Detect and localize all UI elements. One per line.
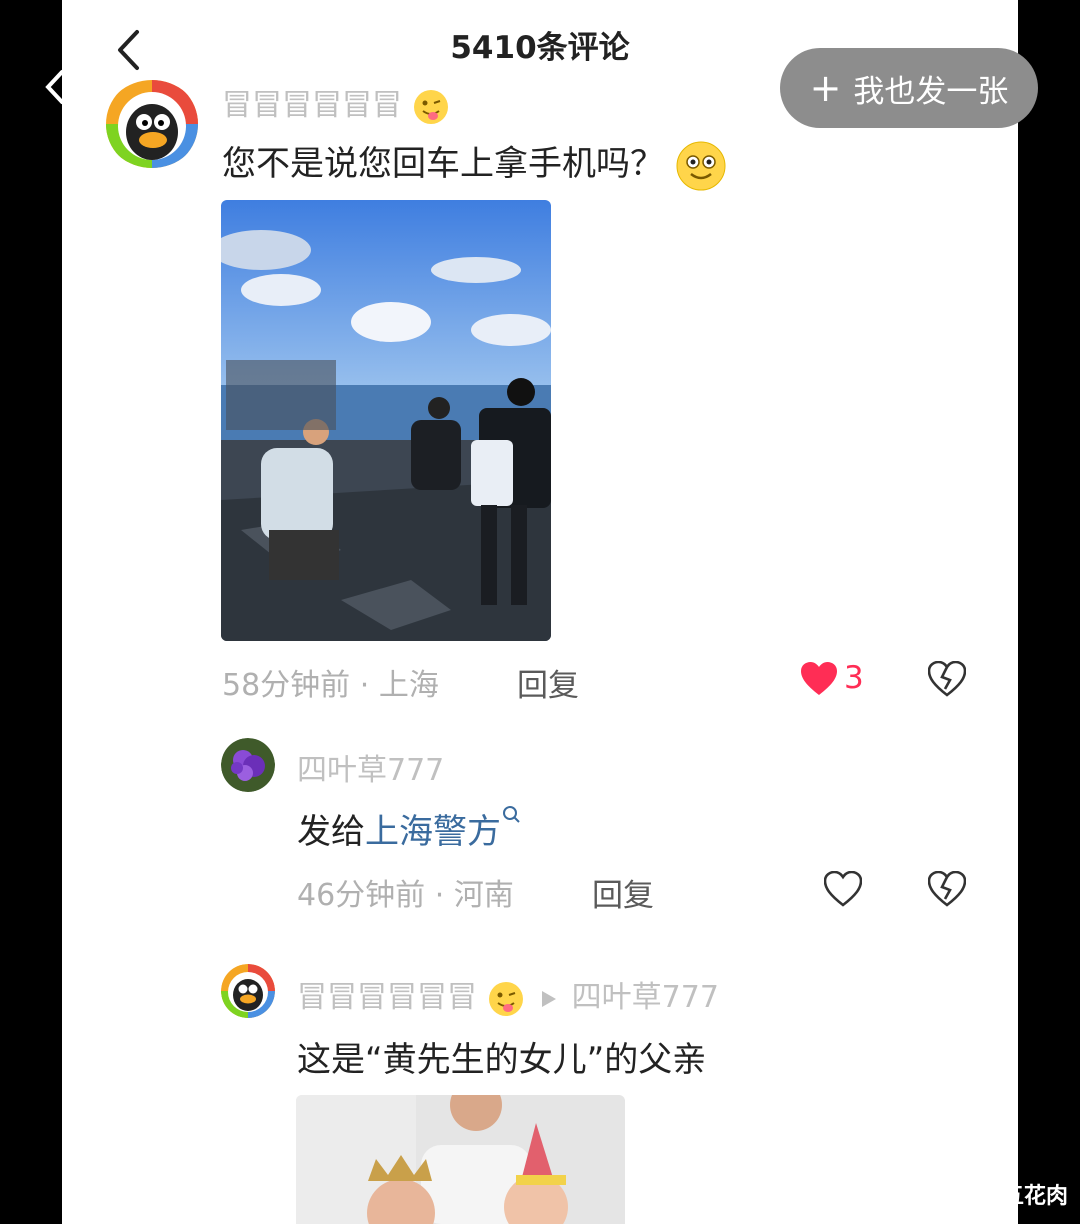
- comment-username[interactable]: 冒冒冒冒冒冒: [222, 80, 450, 126]
- post-photo-label: 我也发一张: [853, 73, 1009, 110]
- comment-text: 您不是说您回车上拿手机吗？: [222, 136, 727, 192]
- comment-text: 发给上海警方: [297, 804, 523, 853]
- watermark: 不肥不瘦的五花肉: [891, 1184, 1068, 1209]
- post-photo-button[interactable]: + 我也发一张: [780, 48, 1038, 128]
- reply-to-username[interactable]: 四叶草777: [572, 980, 719, 1015]
- reply-arrow-icon: [542, 990, 557, 1007]
- broken-heart-icon[interactable]: [928, 871, 966, 907]
- reply-button[interactable]: 回复: [592, 870, 654, 915]
- comment-username[interactable]: 四叶草777: [297, 745, 444, 789]
- comment-text: 这是“黄先生的女儿”的父亲: [297, 1040, 707, 1080]
- avatar[interactable]: [221, 738, 275, 792]
- search-link[interactable]: 上海警方: [365, 812, 501, 852]
- smile-emoji-icon: [676, 141, 726, 190]
- comment-meta: 58分钟前 · 上海: [222, 668, 439, 703]
- comment-photo[interactable]: [221, 200, 551, 641]
- comment-username[interactable]: 冒冒冒冒冒冒 四叶草777: [297, 972, 719, 1018]
- avatar[interactable]: [221, 964, 275, 1018]
- comment-photo[interactable]: [296, 1095, 625, 1224]
- tongue-emoji-icon: [488, 981, 523, 1016]
- reply-button[interactable]: 回复: [517, 660, 579, 705]
- broken-heart-icon[interactable]: [928, 661, 966, 697]
- heart-outline-icon[interactable]: [824, 871, 862, 907]
- heart-filled-icon[interactable]: [800, 661, 838, 697]
- comment-meta: 46分钟前 · 河南: [297, 878, 514, 913]
- like-count: 3: [844, 660, 864, 696]
- avatar[interactable]: [104, 80, 200, 168]
- tongue-emoji-icon: [413, 89, 448, 124]
- side-back-icon[interactable]: [40, 62, 80, 112]
- search-icon[interactable]: [501, 804, 523, 830]
- plus-icon: +: [809, 66, 842, 110]
